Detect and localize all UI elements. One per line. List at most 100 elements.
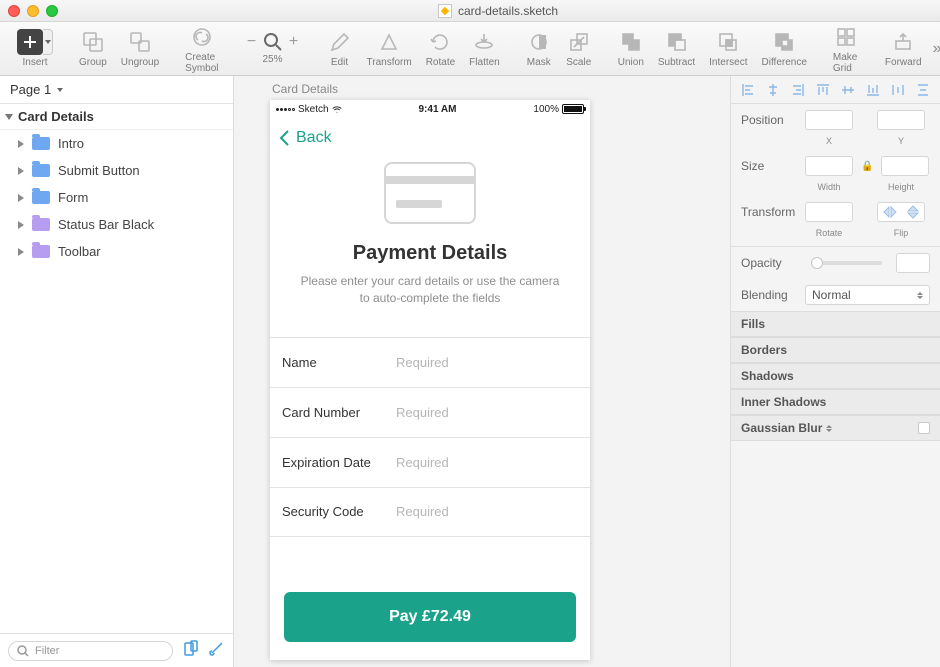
inner-shadows-section[interactable]: Inner Shadows	[731, 389, 940, 415]
blending-select[interactable]: Normal	[805, 285, 930, 305]
ungroup-button[interactable]: Ungroup	[114, 29, 166, 68]
insert-icon	[17, 29, 43, 55]
gaussian-checkbox[interactable]	[918, 422, 930, 434]
lock-aspect-icon[interactable]: 🔒	[861, 161, 873, 172]
disclosure-triangle-icon[interactable]	[18, 167, 24, 175]
disclosure-triangle-icon[interactable]	[18, 221, 24, 229]
form: NameRequiredCard NumberRequiredExpiratio…	[270, 337, 590, 537]
difference-icon	[771, 29, 797, 55]
battery-icon	[562, 104, 584, 114]
gaussian-blur-section[interactable]: Gaussian Blur	[731, 415, 940, 441]
opacity-input[interactable]	[896, 253, 930, 273]
distribute-v-button[interactable]	[911, 83, 936, 97]
union-icon	[618, 29, 644, 55]
toolbar-overflow-button[interactable]: »	[929, 40, 940, 58]
position-row: Position	[731, 104, 940, 136]
fills-section[interactable]: Fills	[731, 311, 940, 337]
flip-v-icon[interactable]	[901, 203, 924, 221]
align-center-h-button[interactable]	[760, 83, 785, 97]
form-field[interactable]: Card NumberRequired	[270, 387, 590, 437]
width-input[interactable]	[805, 156, 853, 176]
subtract-button[interactable]: Subtract	[651, 29, 702, 68]
minimize-window-button[interactable]	[27, 5, 39, 17]
align-left-button[interactable]	[735, 83, 760, 97]
borders-section[interactable]: Borders	[731, 337, 940, 363]
align-bottom-button[interactable]	[861, 83, 886, 97]
position-x-input[interactable]	[805, 110, 853, 130]
pay-button[interactable]: Pay £72.49	[284, 592, 576, 642]
shadows-section[interactable]: Shadows	[731, 363, 940, 389]
align-top-button[interactable]	[810, 83, 835, 97]
align-right-button[interactable]	[785, 83, 810, 97]
insert-button[interactable]: Insert	[10, 29, 60, 68]
folder-icon	[32, 164, 50, 177]
layer-row[interactable]: Status Bar Black	[0, 211, 233, 238]
group-button[interactable]: Group	[72, 29, 114, 68]
disclosure-triangle-icon[interactable]	[18, 194, 24, 202]
layer-row[interactable]: Toolbar	[0, 238, 233, 265]
union-button[interactable]: Union	[611, 29, 651, 68]
rotate-icon	[427, 29, 453, 55]
insert-dropdown[interactable]	[43, 29, 53, 55]
folder-icon	[32, 218, 50, 231]
distribute-h-button[interactable]	[886, 83, 911, 97]
zoom-control[interactable]: − + 25%	[238, 32, 308, 65]
edit-button[interactable]: Edit	[320, 29, 360, 68]
disclosure-triangle-icon[interactable]	[18, 140, 24, 148]
mask-icon	[526, 29, 552, 55]
search-icon	[17, 645, 29, 657]
window-title: card-details.sketch	[64, 4, 932, 18]
back-button[interactable]: Back	[270, 118, 590, 158]
disclosure-triangle-icon[interactable]	[5, 114, 13, 120]
artboard[interactable]: Sketch 9:41 AM 100% Back Payment Details…	[270, 100, 590, 660]
folder-icon	[32, 191, 50, 204]
zoom-in-button[interactable]: +	[287, 33, 301, 51]
create-symbol-button[interactable]: Create Symbol	[178, 24, 225, 74]
difference-button[interactable]: Difference	[755, 29, 814, 68]
subtract-icon	[664, 29, 690, 55]
opacity-slider[interactable]	[811, 261, 882, 265]
mask-button[interactable]: Mask	[519, 29, 559, 68]
form-field[interactable]: Expiration DateRequired	[270, 437, 590, 487]
transform-button[interactable]: Transform	[360, 29, 419, 68]
disclosure-triangle-icon[interactable]	[18, 248, 24, 256]
forward-button[interactable]: Forward	[878, 29, 929, 68]
scale-button[interactable]: Scale	[559, 29, 599, 68]
form-field[interactable]: Security CodeRequired	[270, 487, 590, 537]
close-window-button[interactable]	[8, 5, 20, 17]
blending-row: Blending Normal	[731, 279, 940, 311]
signal-icon	[276, 108, 295, 111]
zoom-window-button[interactable]	[46, 5, 58, 17]
flip-buttons[interactable]	[877, 202, 925, 222]
make-grid-button[interactable]: Make Grid	[826, 24, 866, 74]
rotate-button[interactable]: Rotate	[419, 29, 462, 68]
rotate-input[interactable]	[805, 202, 853, 222]
form-field[interactable]: NameRequired	[270, 337, 590, 387]
ungroup-icon	[127, 29, 153, 55]
size-row: Size 🔒	[731, 150, 940, 182]
slice-icon[interactable]	[209, 640, 225, 661]
artboard-layer-row[interactable]: Card Details	[0, 104, 233, 130]
intersect-button[interactable]: Intersect	[702, 29, 754, 68]
toolbar: Insert Group Ungroup Create Symbol − + 2…	[0, 22, 940, 76]
field-placeholder: Required	[396, 504, 449, 519]
flatten-button[interactable]: Flatten	[462, 29, 507, 68]
flip-h-icon[interactable]	[878, 203, 901, 221]
mirror-icon[interactable]	[183, 640, 199, 661]
intersect-icon	[715, 29, 741, 55]
align-center-v-button[interactable]	[836, 83, 861, 97]
layer-row[interactable]: Form	[0, 184, 233, 211]
zoom-out-button[interactable]: −	[245, 33, 259, 51]
height-input[interactable]	[881, 156, 929, 176]
filter-input[interactable]: Filter	[8, 641, 173, 661]
pages-selector[interactable]: Page 1	[0, 76, 233, 104]
layers-panel: Page 1 Card Details IntroSubmit ButtonFo…	[0, 76, 234, 667]
battery-pct: 100%	[533, 104, 559, 115]
carrier-label: Sketch	[298, 104, 329, 115]
layer-row[interactable]: Intro	[0, 130, 233, 157]
artboard-label[interactable]: Card Details	[272, 82, 338, 96]
position-y-input[interactable]	[877, 110, 925, 130]
layer-row[interactable]: Submit Button	[0, 157, 233, 184]
layers-footer: Filter	[0, 633, 233, 667]
canvas[interactable]: Card Details Sketch 9:41 AM 100% Back Pa	[234, 76, 730, 667]
